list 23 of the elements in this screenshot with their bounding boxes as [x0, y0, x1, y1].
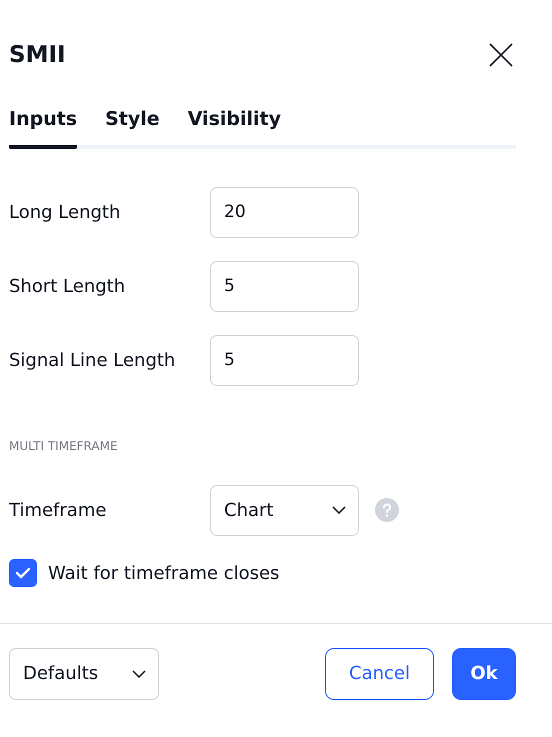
tab[interactable]: Inputs — [9, 102, 78, 149]
field-label: Short Length — [9, 274, 126, 298]
chevron-down-icon — [132, 670, 146, 678]
checkbox-label: Wait for timeframe closes — [48, 562, 280, 586]
tab[interactable]: Style — [105, 102, 160, 149]
chevron-down-icon — [332, 506, 346, 514]
field-label: Signal Line Length — [9, 348, 176, 372]
input-field[interactable]: 5 — [210, 260, 359, 312]
ok-button[interactable]: Ok — [452, 648, 516, 700]
cancel-button[interactable]: Cancel — [325, 648, 434, 700]
input-field[interactable]: 20 — [210, 186, 359, 238]
close-icon — [489, 43, 513, 67]
defaults-dropdown[interactable]: Defaults — [9, 648, 159, 700]
dialog-title: SMII — [9, 40, 66, 70]
timeframe-select[interactable]: Chart — [210, 484, 359, 536]
field-label: Timeframe — [9, 498, 108, 522]
input-field[interactable]: 5 — [210, 334, 359, 386]
close-button[interactable] — [488, 42, 514, 68]
section-heading: MULTI TIMEFRAME — [9, 438, 119, 455]
field-label: Long Length — [9, 200, 122, 224]
checkbox[interactable] — [9, 559, 37, 587]
checkmark-icon — [15, 567, 31, 579]
tab[interactable]: Visibility — [188, 102, 281, 149]
